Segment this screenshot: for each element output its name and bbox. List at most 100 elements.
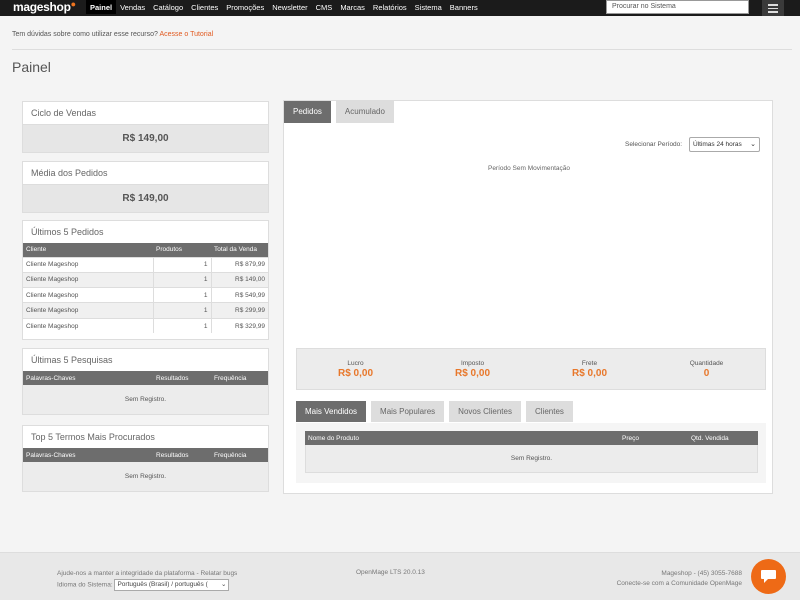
cell-products: 1 — [152, 256, 211, 273]
global-search-input[interactable]: Procurar no Sistema — [606, 0, 749, 14]
total-value: R$ 0,00 — [337, 368, 374, 379]
column-header[interactable]: Frequência — [211, 448, 268, 462]
empty-state: Sem Registro. — [23, 462, 268, 491]
top-terms-box: Top 5 Termos Mais Procurados Palavras-Ch… — [22, 425, 269, 492]
top-terms-title: Top 5 Termos Mais Procurados — [23, 426, 268, 448]
orders-panel: Pedidos Acumulado Selecionar Período: Úl… — [283, 100, 773, 494]
sales-cycle-box: Ciclo de Vendas R$ 149,00 — [22, 101, 269, 153]
column-header[interactable]: Palavras-Chaves — [23, 448, 153, 462]
no-movement-message: Período Sem Movimentação — [487, 165, 570, 172]
footer-right: Mageshop - (45) 3055-7688 Conecte-se com… — [617, 569, 742, 589]
column-header[interactable]: Total da Venda — [211, 243, 268, 257]
nav-item-banners[interactable]: Banners — [446, 0, 482, 16]
last-searches-box: Últimas 5 Pesquisas Palavras-Chaves Resu… — [22, 348, 269, 415]
total-label: Imposto — [460, 360, 485, 367]
language-select[interactable]: Português (Brasil) / português (⌄ — [114, 579, 230, 591]
last-searches-title: Últimas 5 Pesquisas — [23, 349, 268, 371]
tab-mais-vendidos[interactable]: Mais Vendidos — [296, 401, 367, 422]
totals-bar: Lucro R$ 0,00 Imposto R$ 0,00 Frete R$ 0… — [296, 348, 766, 390]
total-value: R$ 0,00 — [454, 368, 491, 379]
divider — [12, 49, 792, 50]
period-label: Selecionar Período: — [625, 141, 683, 148]
nav-item-newsletter[interactable]: Newsletter — [268, 0, 311, 16]
tab-pedidos[interactable]: Pedidos — [284, 101, 331, 123]
column-header[interactable]: Nome do Produto — [305, 431, 619, 445]
cell-customer: Cliente Mageshop — [23, 271, 153, 288]
tab-mais-populares[interactable]: Mais Populares — [371, 401, 445, 422]
nav-item-marcas[interactable]: Marcas — [336, 0, 369, 16]
empty-state: Sem Registro. — [23, 385, 268, 414]
report-bugs-link[interactable]: Relatar bugs — [200, 570, 237, 577]
avg-orders-value: R$ 149,00 — [23, 184, 268, 212]
table-row[interactable]: Cliente Mageshop 1 R$ 299,99 — [23, 302, 268, 319]
empty-state: Sem Registro. — [305, 445, 758, 473]
column-header[interactable]: Produtos — [153, 243, 211, 257]
version-text: OpenMage LTS 20.0.13 — [356, 569, 425, 576]
total-lucro: Lucro R$ 0,00 — [297, 349, 414, 389]
footer: Ajude-nos a manter a integridade da plat… — [0, 552, 800, 600]
sales-cycle-title: Ciclo de Vendas — [23, 102, 268, 124]
nav-item-clientes[interactable]: Clientes — [187, 0, 222, 16]
cell-customer: Cliente Mageshop — [23, 287, 153, 303]
cell-products: 1 — [152, 287, 211, 303]
table-row[interactable]: Cliente Mageshop 1 R$ 149,00 — [23, 271, 268, 288]
nav-item-cms[interactable]: CMS — [312, 0, 337, 16]
column-header[interactable]: Resultados — [153, 448, 211, 462]
orders-tabbar: Pedidos Acumulado — [284, 101, 399, 123]
total-frete: Frete R$ 0,00 — [531, 349, 648, 389]
chevron-down-icon: ⌄ — [750, 141, 756, 148]
period-select[interactable]: Últimas 24 horas ⌄ — [689, 137, 760, 152]
total-label: Lucro — [347, 360, 364, 367]
total-quantidade: Quantidade 0 — [648, 349, 765, 389]
cell-customer: Cliente Mageshop — [23, 317, 153, 334]
main-nav: Painel Vendas Catálogo Clientes Promoçõe… — [86, 0, 482, 16]
last-orders-table: Cliente Produtos Total da Venda Cliente … — [23, 243, 268, 334]
contact-text: Mageshop - (45) 3055-7688 — [661, 570, 742, 577]
last-orders-title: Últimos 5 Pedidos — [23, 221, 268, 243]
logo[interactable]: mageshop● — [13, 0, 76, 16]
cell-total: R$ 879,99 — [210, 256, 268, 273]
tutorial-link[interactable]: Acesse o Tutorial — [159, 31, 213, 38]
total-label: Frete — [581, 360, 598, 367]
nav-item-sistema[interactable]: Sistema — [411, 0, 446, 16]
column-header[interactable]: Preço — [619, 431, 688, 445]
products-tabbar: Mais Vendidos Mais Populares Novos Clien… — [296, 401, 578, 423]
cell-total: R$ 299,99 — [210, 302, 268, 319]
nav-item-catalogo[interactable]: Catálogo — [149, 0, 187, 16]
nav-item-vendas[interactable]: Vendas — [116, 0, 149, 16]
cell-customer: Cliente Mageshop — [23, 256, 153, 273]
chat-bubble-icon — [761, 570, 776, 583]
top-navbar: mageshop● Painel Vendas Catálogo Cliente… — [0, 0, 800, 16]
column-header[interactable]: Cliente — [23, 243, 153, 257]
tab-novos-clientes[interactable]: Novos Clientes — [449, 401, 521, 422]
help-line: Tem dúvidas sobre como utilizar esse rec… — [12, 31, 214, 38]
column-header[interactable]: Palavras-Chaves — [23, 371, 153, 385]
tab-clientes[interactable]: Clientes — [525, 401, 573, 422]
cell-customer: Cliente Mageshop — [23, 302, 153, 319]
column-header[interactable]: Qtd. Vendida — [688, 431, 758, 445]
total-label: Quantidade — [689, 360, 724, 367]
tab-acumulado[interactable]: Acumulado — [335, 101, 394, 123]
nav-item-promocoes[interactable]: Promoções — [222, 0, 268, 16]
cell-products: 1 — [152, 317, 211, 334]
avg-orders-box: Média dos Pedidos R$ 149,00 — [22, 161, 269, 213]
table-row[interactable]: Cliente Mageshop 1 R$ 549,99 — [23, 287, 268, 303]
best-sellers-table: Nome do Produto Preço Qtd. Vendida — [305, 431, 758, 445]
page-title: Painel — [12, 59, 51, 75]
column-header[interactable]: Resultados — [153, 371, 211, 385]
total-value: R$ 0,00 — [571, 368, 608, 379]
hamburger-menu-icon[interactable] — [762, 0, 784, 16]
top-terms-table: Palavras-Chaves Resultados Frequência — [23, 448, 268, 462]
chat-button[interactable] — [751, 559, 786, 594]
community-link[interactable]: Conecte-se com a Comunidade OpenMage — [617, 579, 742, 589]
last-searches-table: Palavras-Chaves Resultados Frequência — [23, 371, 268, 385]
table-row[interactable]: Cliente Mageshop 1 R$ 879,99 — [23, 256, 268, 273]
table-row[interactable]: Cliente Mageshop 1 R$ 329,99 — [23, 317, 268, 334]
column-header[interactable]: Frequência — [211, 371, 268, 385]
nav-item-relatorios[interactable]: Relatórios — [369, 0, 411, 16]
best-sellers-container: Nome do Produto Preço Qtd. Vendida Sem R… — [296, 423, 766, 483]
cell-total: R$ 149,00 — [210, 271, 268, 288]
footer-left: Ajude-nos a manter a integridade da plat… — [57, 569, 237, 591]
nav-item-painel[interactable]: Painel — [86, 0, 117, 16]
cell-products: 1 — [152, 271, 211, 288]
